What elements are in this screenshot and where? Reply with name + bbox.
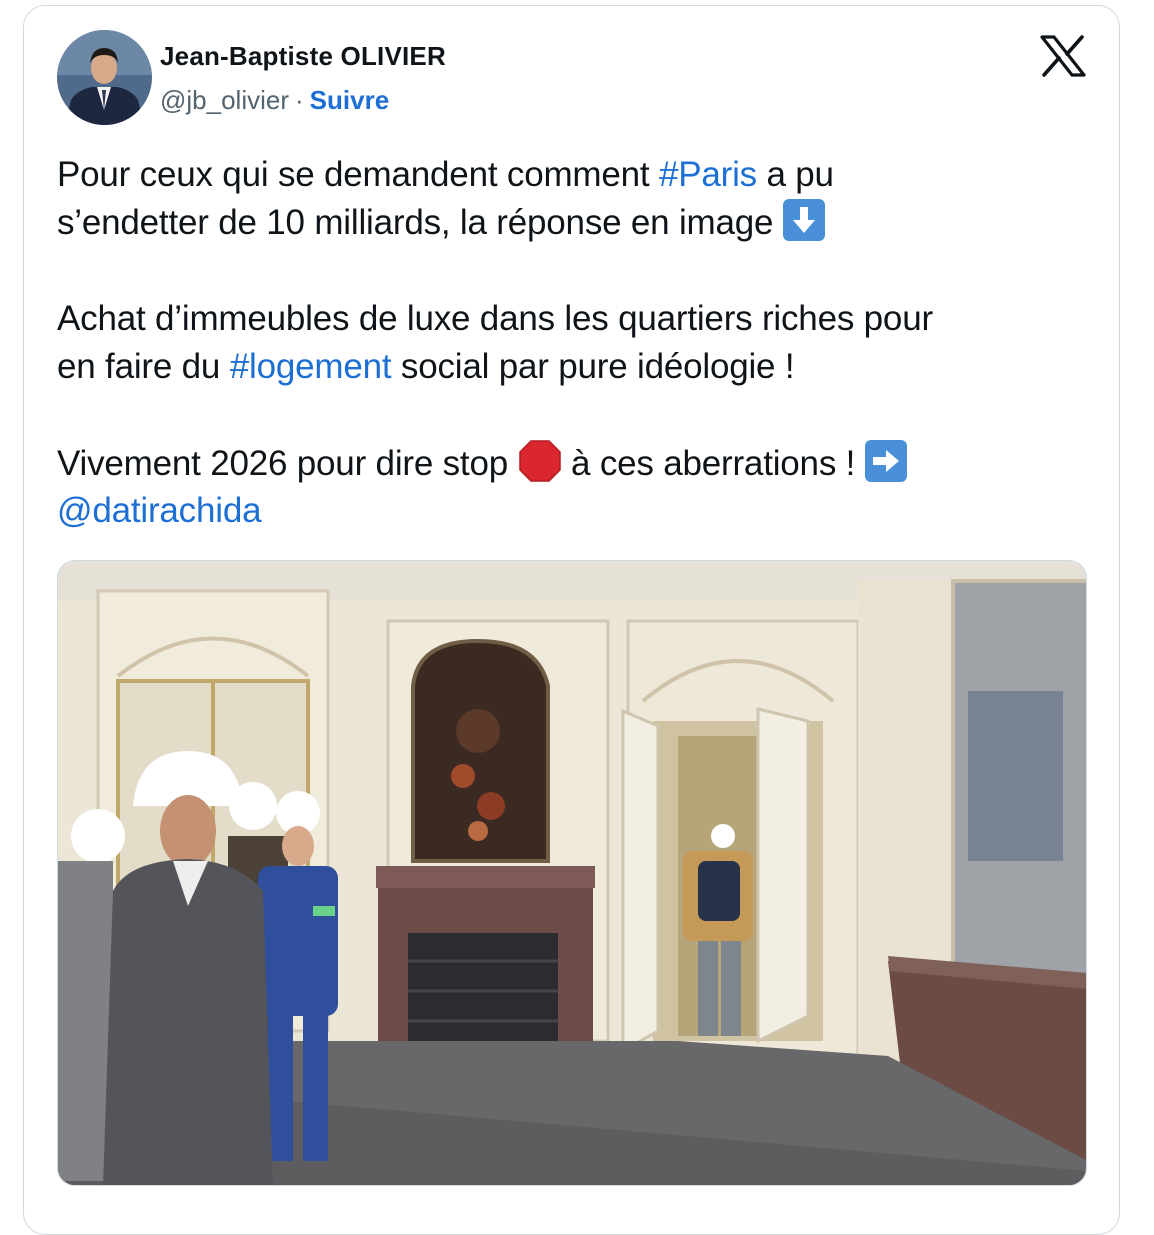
down-arrow-emoji-icon bbox=[782, 199, 825, 241]
x-logo-icon[interactable] bbox=[1040, 35, 1086, 77]
tweet-line: en faire du #logement social par pure id… bbox=[57, 347, 795, 386]
mention-datirachida[interactable]: @datirachida bbox=[57, 491, 262, 530]
stop-sign-emoji-icon bbox=[518, 439, 562, 483]
right-arrow-emoji-icon bbox=[864, 440, 907, 482]
tweet-line: @datirachida bbox=[57, 487, 1097, 535]
tweet-line: Achat d’immeubles de luxe dans les quart… bbox=[57, 299, 933, 338]
tweet-line: Pour ceux qui se demandent comment #Pari… bbox=[57, 155, 834, 194]
tweet-line: Vivement 2026 pour dire stop à ces aberr… bbox=[57, 439, 1097, 487]
tweet-text: Pour ceux qui se demandent comment #Pari… bbox=[57, 151, 1097, 535]
hashtag-logement[interactable]: #logement bbox=[230, 347, 392, 386]
author-avatar[interactable] bbox=[57, 30, 152, 125]
author-name[interactable]: Jean-Baptiste OLIVIER bbox=[160, 41, 446, 72]
separator-dot: · bbox=[295, 85, 304, 115]
hashtag-paris[interactable]: #Paris bbox=[659, 155, 757, 194]
tweet-photo[interactable] bbox=[57, 560, 1087, 1186]
tweet-line: s’endetter de 10 milliards, la réponse e… bbox=[57, 199, 1097, 247]
follow-link[interactable]: Suivre bbox=[310, 85, 390, 115]
author-meta: @jb_olivier · Suivre bbox=[160, 85, 389, 116]
author-handle[interactable]: @jb_olivier bbox=[160, 85, 289, 115]
